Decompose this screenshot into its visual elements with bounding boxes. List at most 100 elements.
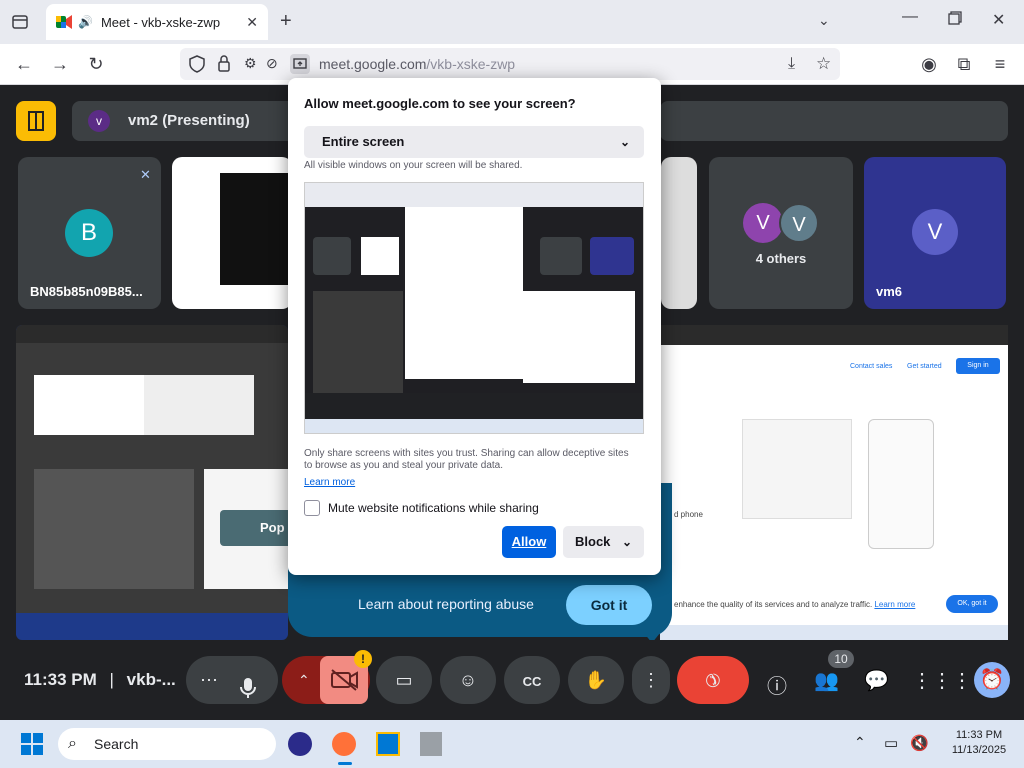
active-app-indicator — [338, 762, 352, 765]
url-text[interactable]: meet.google.com/vkb-xske-zwp — [319, 56, 515, 72]
chat-icon[interactable]: 💬 — [864, 668, 889, 693]
allow-button[interactable]: Allow — [502, 526, 556, 558]
participant-tile[interactable]: vm7 (Presentation) — [172, 157, 292, 309]
people-icon[interactable]: 👥 — [814, 668, 839, 693]
preview-presentation — [313, 291, 403, 393]
abuse-tooltip-text: Learn about reporting abuse — [358, 596, 534, 612]
chevron-down-icon[interactable]: ⌄ — [622, 526, 632, 558]
presenter-bar-right — [660, 101, 1008, 141]
account-icon[interactable]: ◉ — [918, 53, 940, 75]
host-controls-icon[interactable]: ⏰ — [974, 662, 1010, 698]
speaker-icon[interactable]: 🔊 — [78, 15, 93, 29]
present-screen-icon: ▭ — [395, 670, 413, 690]
cookie-learn-more-link[interactable]: Learn more — [874, 600, 915, 609]
activities-icon[interactable]: ⋮⋮⋮ — [912, 668, 972, 693]
participant-tile[interactable]: ✕ B BN85b85n09B85... — [18, 157, 161, 309]
presentation-right[interactable]: Contact sales Get started Sign in d phon… — [660, 325, 1008, 640]
permissions-icon[interactable]: ⚙ — [244, 55, 257, 72]
screen-preview — [304, 182, 644, 434]
list-all-tabs-icon[interactable]: ⌄ — [818, 12, 830, 29]
preview-dialog — [405, 207, 523, 379]
got-it-button[interactable]: Got it — [566, 585, 652, 625]
back-icon[interactable]: ← — [13, 53, 35, 75]
mute-notifications-row[interactable]: Mute website notifications while sharing — [304, 500, 539, 516]
restore-icon[interactable] — [948, 11, 962, 25]
presented-taskbar — [660, 625, 1008, 640]
mic-group: ⋯ — [186, 656, 278, 704]
windows-taskbar: ⌕ Search ⌃ ▭ 🔇 11:33 PM 11/13/2025 — [0, 720, 1024, 768]
participant-avatar: V — [779, 203, 819, 243]
save-to-pocket-icon[interactable]: ⤓ — [788, 55, 795, 73]
app-icon[interactable] — [420, 732, 442, 756]
meeting-details-icon[interactable]: ⓘ — [767, 670, 787, 699]
extensions-icon[interactable]: ⧉ — [953, 53, 975, 75]
sign-in-button[interactable]: Sign in — [956, 358, 1000, 374]
participant-avatar: V — [912, 209, 958, 255]
lock-icon[interactable] — [216, 54, 232, 74]
close-tab-icon[interactable]: ✕ — [246, 14, 258, 31]
more-options-button[interactable]: ⋮ — [632, 656, 670, 704]
tracking-blocked-icon[interactable]: ⊘ — [266, 55, 278, 72]
share-source-value: Entire screen — [322, 134, 405, 149]
bookmark-star-icon[interactable]: ☆ — [816, 54, 831, 74]
participant-avatar: B — [65, 209, 113, 257]
taskbar-search[interactable]: ⌕ Search — [58, 728, 276, 760]
raise-hand-button[interactable]: ✋ — [568, 656, 624, 704]
present-screen-button[interactable]: ▭ — [376, 656, 432, 704]
presenter-chip[interactable]: v vm2 (Presenting) — [72, 101, 312, 141]
preview-tile — [540, 237, 582, 275]
captions-button[interactable]: CC — [504, 656, 560, 704]
microphone-icon[interactable] — [238, 669, 258, 698]
camera-group: ⌃ ! — [282, 650, 372, 704]
url-bar[interactable]: ⚙ ⊘ meet.google.com/vkb-xske-zwp ⤓ ☆ — [180, 48, 840, 80]
meet-side-panel-icon[interactable] — [16, 101, 56, 141]
screen-share-icon[interactable] — [290, 54, 310, 74]
ok-got-it-button[interactable]: OK, got it — [946, 595, 998, 613]
presenter-avatar: v — [88, 110, 110, 132]
presentation-left[interactable]: Pop — [16, 325, 288, 640]
warning-icon: ! — [354, 650, 372, 668]
more-vert-icon: ⋮ — [642, 670, 660, 690]
display-icon[interactable]: ▭ — [884, 734, 898, 752]
camera-options-chevron-icon[interactable]: ⌃ — [298, 656, 310, 704]
participant-tile[interactable] — [661, 157, 697, 309]
pop-label[interactable]: Pop — [220, 510, 288, 546]
meet-favicon-icon — [56, 15, 72, 29]
close-window-icon[interactable]: ✕ — [992, 10, 1005, 30]
learn-more-link[interactable]: Learn more — [304, 477, 355, 488]
participant-name: vm7 (Presentation) — [178, 284, 292, 299]
new-tab-button[interactable]: + — [280, 10, 292, 33]
tab-title: Meet - vkb-xske-zwp — [100, 14, 221, 30]
leave-call-button[interactable]: ✆ — [677, 656, 749, 704]
reload-icon[interactable]: ↻ — [85, 53, 107, 75]
preview-taskbar — [305, 419, 643, 433]
block-button-label: Block — [575, 534, 611, 549]
emoji-icon: ☺ — [458, 670, 478, 690]
tab-meet[interactable]: 🔊 Meet - vkb-xske-zwp ✕ — [46, 4, 268, 40]
taskbar-clock[interactable]: 11:33 PM 11/13/2025 — [944, 728, 1014, 758]
windows-start-icon[interactable] — [20, 732, 44, 756]
sound-icon[interactable]: 🔇 — [910, 734, 929, 752]
widgets-icon[interactable] — [288, 732, 312, 756]
remote-desktop-icon[interactable] — [376, 732, 400, 756]
show-hidden-icons-icon[interactable]: ⌃ — [854, 734, 866, 751]
menu-icon[interactable]: ≡ — [989, 53, 1011, 75]
block-button[interactable]: Block ⌄ — [563, 526, 644, 558]
phone-mockup — [868, 419, 934, 549]
participant-tile[interactable]: V vm6 — [864, 157, 1006, 309]
reactions-button[interactable]: ☺ — [440, 656, 496, 704]
shield-icon[interactable] — [188, 54, 206, 74]
participant-name: BN85b85n09B85... — [30, 284, 143, 299]
share-source-select[interactable]: Entire screen ⌄ — [304, 126, 644, 158]
get-started-link[interactable]: Get started — [907, 363, 942, 370]
captions-icon: CC — [522, 674, 542, 689]
minimize-icon[interactable]: — — [902, 8, 918, 26]
forward-icon[interactable]: → — [49, 53, 71, 75]
presented-window-titlebar — [660, 325, 1008, 345]
contact-sales-link[interactable]: Contact sales — [850, 363, 892, 370]
firefox-icon[interactable] — [332, 732, 356, 756]
participant-tile[interactable]: V V 4 others — [709, 157, 853, 309]
tab-list-icon[interactable] — [10, 12, 30, 32]
more-audio-options-icon[interactable]: ⋯ — [200, 656, 218, 704]
mute-notifications-checkbox[interactable] — [304, 500, 320, 516]
